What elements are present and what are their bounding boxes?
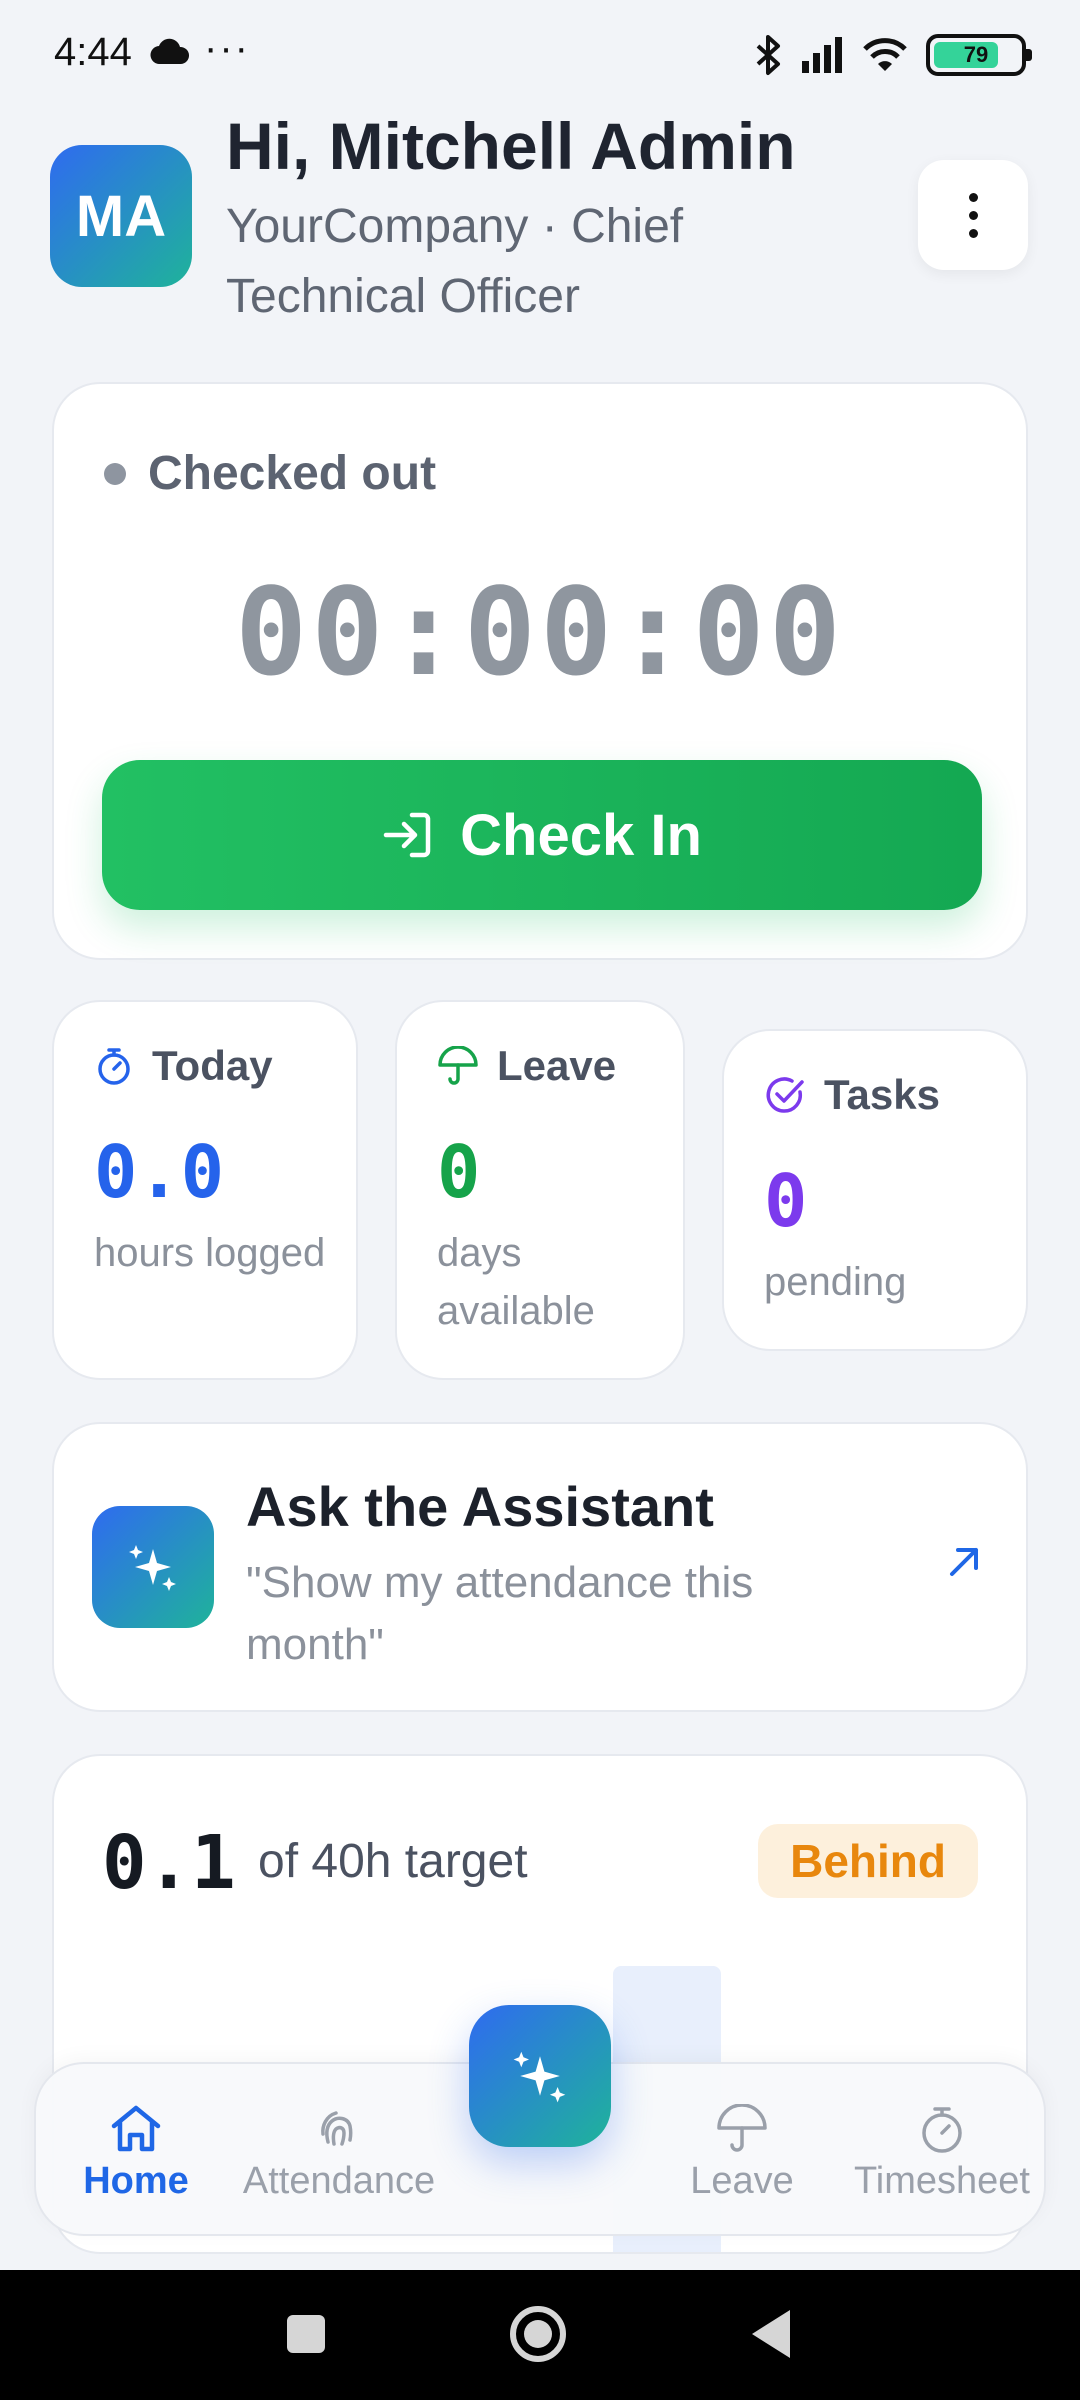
avatar[interactable]: MA <box>50 145 192 287</box>
status-badge: Behind <box>758 1824 978 1898</box>
home-screen: 4:44 ··· 79 MA Hi, Mitchell Admin YourCo… <box>0 0 1080 2400</box>
stat-label: Leave <box>497 1042 617 1089</box>
status-bar: 4:44 ··· 79 <box>0 0 1080 110</box>
stat-value: 0.0 <box>94 1130 225 1214</box>
greeting-title: Hi, Mitchell Admin <box>226 109 796 183</box>
more-options-button[interactable] <box>918 160 1028 270</box>
arrow-up-right-icon <box>950 1548 978 1576</box>
nav-item-attendance[interactable]: Attendance <box>239 2104 439 2203</box>
recents-button[interactable] <box>287 2315 325 2353</box>
nav-label: Home <box>83 2160 189 2202</box>
status-dot <box>104 462 126 485</box>
target-label: of 40h target <box>258 1835 528 1888</box>
fingerprint-icon <box>321 2111 353 2146</box>
stat-desc: days available <box>437 1231 595 1333</box>
attendance-timer: 00:00:00 <box>235 564 845 703</box>
signal-icon <box>802 37 842 73</box>
assistant-icon-tile <box>92 1506 214 1628</box>
status-icons: 79 <box>754 30 1032 80</box>
stat-value: 0 <box>437 1130 481 1214</box>
wifi-icon <box>863 38 907 71</box>
status-more-indicator: ··· <box>204 26 250 70</box>
stat-label: Tasks <box>824 1071 940 1118</box>
attendance-status: Checked out <box>104 446 436 501</box>
umbrella-icon <box>717 2104 767 2152</box>
nav-label: Timesheet <box>854 2160 1030 2202</box>
stat-label: Today <box>152 1042 273 1089</box>
stat-card-today[interactable]: Today 0.0 hours logged <box>52 1000 358 1380</box>
bluetooth-icon <box>756 35 780 75</box>
check-in-label: Check In <box>460 802 702 868</box>
stat-desc: hours logged <box>94 1231 326 1275</box>
assistant-prompt: "Show my attendance this month" <box>246 1558 754 1669</box>
cloud-icon <box>150 38 189 64</box>
sparkles-icon <box>513 2051 566 2103</box>
battery-level: 79 <box>963 42 989 67</box>
assistant-title: Ask the Assistant <box>246 1475 714 1538</box>
status-time: 4:44 <box>54 30 132 74</box>
back-button[interactable] <box>752 2310 790 2358</box>
check-circle-icon <box>766 1077 804 1113</box>
stat-card-tasks[interactable]: Tasks 0 pending <box>722 1029 1028 1351</box>
check-in-button[interactable]: Check In <box>102 760 982 910</box>
system-nav-bar <box>0 2270 1080 2400</box>
battery-indicator: 79 <box>926 34 1032 76</box>
user-subtitle: YourCompany · Chief Technical Officer <box>226 200 684 323</box>
home-button[interactable] <box>510 2306 566 2362</box>
stat-desc: pending <box>764 1260 907 1304</box>
attendance-card: Checked out 00:00:00 Check In <box>52 382 1028 960</box>
ask-assistant-card[interactable]: Ask the Assistant "Show my attendance th… <box>52 1422 1028 1712</box>
nav-label: Leave <box>690 2160 794 2202</box>
umbrella-icon <box>438 1046 478 1085</box>
stat-value: 0 <box>764 1159 808 1243</box>
stopwatch-icon <box>922 2107 962 2153</box>
hours-value: 0.1 <box>102 1820 236 1906</box>
home-icon <box>111 2105 161 2152</box>
nav-item-leave[interactable]: Leave <box>642 2104 842 2203</box>
sparkles-icon <box>129 1545 176 1591</box>
nav-item-home[interactable]: Home <box>36 2104 236 2203</box>
login-arrow-icon <box>383 812 431 858</box>
nav-label: Attendance <box>242 2160 436 2202</box>
stopwatch-icon <box>98 1048 130 1085</box>
nav-item-timesheet[interactable]: Timesheet <box>842 2104 1042 2203</box>
assistant-fab-button[interactable] <box>469 2005 611 2147</box>
attendance-status-label: Checked out <box>148 447 437 500</box>
more-vertical-icon <box>968 192 978 202</box>
stat-card-leave[interactable]: Leave 0 days available <box>395 1000 685 1380</box>
